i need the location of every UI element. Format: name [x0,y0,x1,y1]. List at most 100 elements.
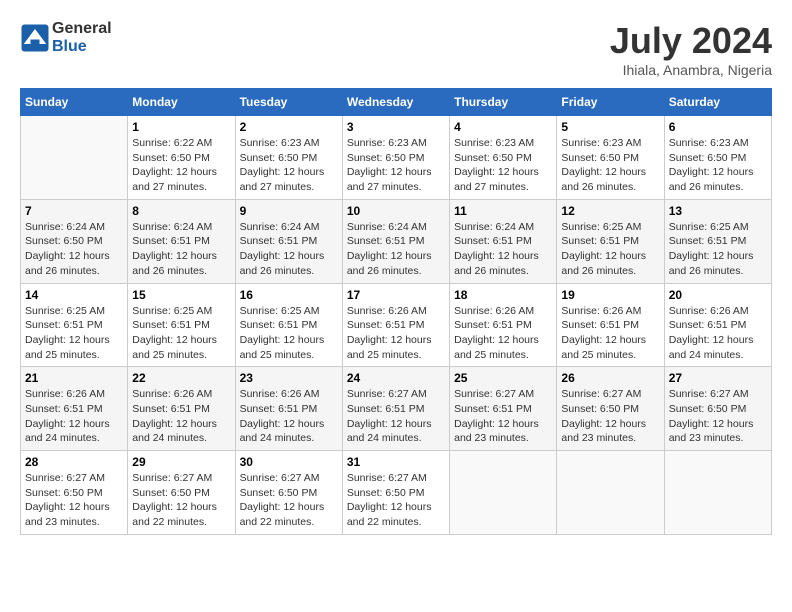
day-number: 6 [669,120,767,134]
calendar-cell: 10Sunrise: 6:24 AM Sunset: 6:51 PM Dayli… [342,199,449,283]
logo-blue-text: Blue [52,38,87,55]
day-info: Sunrise: 6:22 AM Sunset: 6:50 PM Dayligh… [132,136,230,195]
column-header-wednesday: Wednesday [342,89,449,116]
calendar-cell: 13Sunrise: 6:25 AM Sunset: 6:51 PM Dayli… [664,199,771,283]
day-number: 26 [561,371,659,385]
calendar-table: SundayMondayTuesdayWednesdayThursdayFrid… [20,88,772,535]
day-info: Sunrise: 6:23 AM Sunset: 6:50 PM Dayligh… [454,136,552,195]
day-info: Sunrise: 6:27 AM Sunset: 6:51 PM Dayligh… [454,387,552,446]
day-number: 10 [347,204,445,218]
calendar-header-row: SundayMondayTuesdayWednesdayThursdayFrid… [21,89,772,116]
calendar-cell: 25 Sunrise: 6:27 AM Sunset: 6:51 PM Dayli… [450,367,557,451]
day-number: 4 [454,120,552,134]
column-header-thursday: Thursday [450,89,557,116]
day-info: Sunrise: 6:23 AM Sunset: 6:50 PM Dayligh… [561,136,659,195]
day-info: Sunrise: 6:27 AM Sunset: 6:50 PM Dayligh… [347,471,445,530]
calendar-cell: 22Sunrise: 6:26 AM Sunset: 6:51 PM Dayli… [128,367,235,451]
day-info: Sunrise: 6:27 AM Sunset: 6:50 PM Dayligh… [25,471,123,530]
day-number: 3 [347,120,445,134]
calendar-cell: 3 Sunrise: 6:23 AM Sunset: 6:50 PM Daylig… [342,116,449,200]
day-number: 17 [347,288,445,302]
calendar-cell: 28 Sunrise: 6:27 AM Sunset: 6:50 PM Dayli… [21,451,128,535]
title-block: July 2024 Ihiala, Anambra, Nigeria [610,20,772,78]
column-header-saturday: Saturday [664,89,771,116]
calendar-cell: 11Sunrise: 6:24 AM Sunset: 6:51 PM Dayli… [450,199,557,283]
logo-general-text: General [52,20,112,37]
calendar-cell: 16 Sunrise: 6:25 AM Sunset: 6:51 PM Dayli… [235,283,342,367]
calendar-cell: 27 Sunrise: 6:27 AM Sunset: 6:50 PM Dayli… [664,367,771,451]
day-info: Sunrise: 6:23 AM Sunset: 6:50 PM Dayligh… [669,136,767,195]
main-title: July 2024 [610,20,772,62]
day-number: 18 [454,288,552,302]
day-number: 5 [561,120,659,134]
calendar-week-row: 1 Sunrise: 6:22 AM Sunset: 6:50 PM Daylig… [21,116,772,200]
calendar-cell [557,451,664,535]
calendar-cell: 4 Sunrise: 6:23 AM Sunset: 6:50 PM Daylig… [450,116,557,200]
calendar-cell [450,451,557,535]
day-number: 29 [132,455,230,469]
calendar-cell [664,451,771,535]
calendar-cell: 8 Sunrise: 6:24 AM Sunset: 6:51 PM Daylig… [128,199,235,283]
day-number: 22 [132,371,230,385]
day-info: Sunrise: 6:27 AM Sunset: 6:51 PM Dayligh… [347,387,445,446]
day-info: Sunrise: 6:24 AM Sunset: 6:51 PM Dayligh… [132,220,230,279]
calendar-cell: 2Sunrise: 6:23 AM Sunset: 6:50 PM Daylig… [235,116,342,200]
calendar-week-row: 28 Sunrise: 6:27 AM Sunset: 6:50 PM Dayli… [21,451,772,535]
day-number: 28 [25,455,123,469]
day-number: 25 [454,371,552,385]
calendar-week-row: 7Sunrise: 6:24 AM Sunset: 6:50 PM Daylig… [21,199,772,283]
day-number: 1 [132,120,230,134]
day-info: Sunrise: 6:26 AM Sunset: 6:51 PM Dayligh… [240,387,338,446]
calendar-cell: 29 Sunrise: 6:27 AM Sunset: 6:50 PM Dayli… [128,451,235,535]
calendar-cell: 21 Sunrise: 6:26 AM Sunset: 6:51 PM Dayli… [21,367,128,451]
day-info: Sunrise: 6:25 AM Sunset: 6:51 PM Dayligh… [25,304,123,363]
day-info: Sunrise: 6:23 AM Sunset: 6:50 PM Dayligh… [347,136,445,195]
calendar-cell: 23Sunrise: 6:26 AM Sunset: 6:51 PM Dayli… [235,367,342,451]
calendar-cell: 18Sunrise: 6:26 AM Sunset: 6:51 PM Dayli… [450,283,557,367]
calendar-cell: 15Sunrise: 6:25 AM Sunset: 6:51 PM Dayli… [128,283,235,367]
day-info: Sunrise: 6:27 AM Sunset: 6:50 PM Dayligh… [669,387,767,446]
day-info: Sunrise: 6:26 AM Sunset: 6:51 PM Dayligh… [347,304,445,363]
calendar-cell: 9Sunrise: 6:24 AM Sunset: 6:51 PM Daylig… [235,199,342,283]
day-info: Sunrise: 6:27 AM Sunset: 6:50 PM Dayligh… [240,471,338,530]
day-number: 27 [669,371,767,385]
day-info: Sunrise: 6:26 AM Sunset: 6:51 PM Dayligh… [25,387,123,446]
day-number: 15 [132,288,230,302]
day-number: 20 [669,288,767,302]
calendar-cell: 24Sunrise: 6:27 AM Sunset: 6:51 PM Dayli… [342,367,449,451]
day-number: 16 [240,288,338,302]
day-info: Sunrise: 6:25 AM Sunset: 6:51 PM Dayligh… [240,304,338,363]
page-header: General Blue July 2024 Ihiala, Anambra, … [20,20,772,78]
calendar-cell: 12Sunrise: 6:25 AM Sunset: 6:51 PM Dayli… [557,199,664,283]
day-number: 21 [25,371,123,385]
column-header-monday: Monday [128,89,235,116]
day-number: 8 [132,204,230,218]
calendar-cell: 6 Sunrise: 6:23 AM Sunset: 6:50 PM Daylig… [664,116,771,200]
calendar-cell: 17 Sunrise: 6:26 AM Sunset: 6:51 PM Dayli… [342,283,449,367]
calendar-cell: 5 Sunrise: 6:23 AM Sunset: 6:50 PM Daylig… [557,116,664,200]
day-number: 2 [240,120,338,134]
day-info: Sunrise: 6:26 AM Sunset: 6:51 PM Dayligh… [561,304,659,363]
location-subtitle: Ihiala, Anambra, Nigeria [610,62,772,78]
day-number: 7 [25,204,123,218]
calendar-cell: 30 Sunrise: 6:27 AM Sunset: 6:50 PM Dayli… [235,451,342,535]
calendar-week-row: 14 Sunrise: 6:25 AM Sunset: 6:51 PM Dayli… [21,283,772,367]
calendar-cell: 1 Sunrise: 6:22 AM Sunset: 6:50 PM Daylig… [128,116,235,200]
logo-icon [20,23,50,53]
day-number: 31 [347,455,445,469]
day-number: 12 [561,204,659,218]
day-info: Sunrise: 6:27 AM Sunset: 6:50 PM Dayligh… [132,471,230,530]
day-info: Sunrise: 6:27 AM Sunset: 6:50 PM Dayligh… [561,387,659,446]
day-number: 19 [561,288,659,302]
calendar-week-row: 21 Sunrise: 6:26 AM Sunset: 6:51 PM Dayli… [21,367,772,451]
calendar-cell: 7Sunrise: 6:24 AM Sunset: 6:50 PM Daylig… [21,199,128,283]
calendar-cell: 14 Sunrise: 6:25 AM Sunset: 6:51 PM Dayli… [21,283,128,367]
calendar-cell: 19 Sunrise: 6:26 AM Sunset: 6:51 PM Dayli… [557,283,664,367]
day-number: 9 [240,204,338,218]
day-info: Sunrise: 6:25 AM Sunset: 6:51 PM Dayligh… [669,220,767,279]
day-info: Sunrise: 6:26 AM Sunset: 6:51 PM Dayligh… [669,304,767,363]
day-number: 14 [25,288,123,302]
day-number: 30 [240,455,338,469]
calendar-cell: 31 Sunrise: 6:27 AM Sunset: 6:50 PM Dayli… [342,451,449,535]
calendar-cell [21,116,128,200]
